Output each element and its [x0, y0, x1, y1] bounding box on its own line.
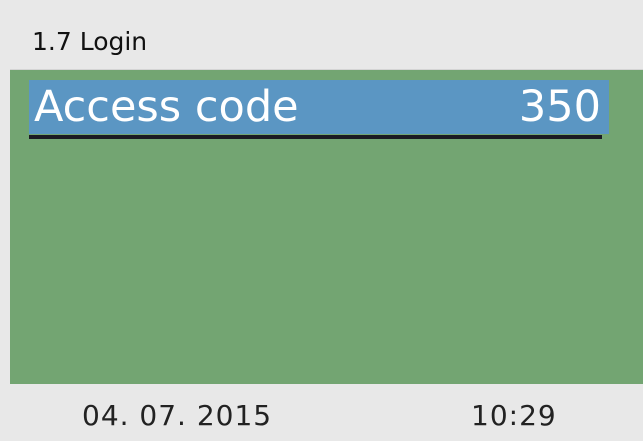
- page-title: 1.7 Login: [32, 27, 148, 56]
- device-screen: 1.7 Login Access code 350 04. 07. 2015 1…: [0, 0, 643, 441]
- selection-underline: [29, 135, 602, 139]
- access-code-row[interactable]: Access code 350: [29, 80, 609, 134]
- time-display: 10:29: [471, 399, 557, 432]
- status-bar: 04. 07. 2015 10:29: [0, 384, 643, 441]
- date-display: 04. 07. 2015: [82, 399, 273, 432]
- content-area: Access code 350: [10, 70, 643, 384]
- access-code-value[interactable]: 350: [519, 83, 601, 131]
- header-bar: 1.7 Login: [10, 0, 643, 70]
- access-code-label: Access code: [34, 82, 299, 132]
